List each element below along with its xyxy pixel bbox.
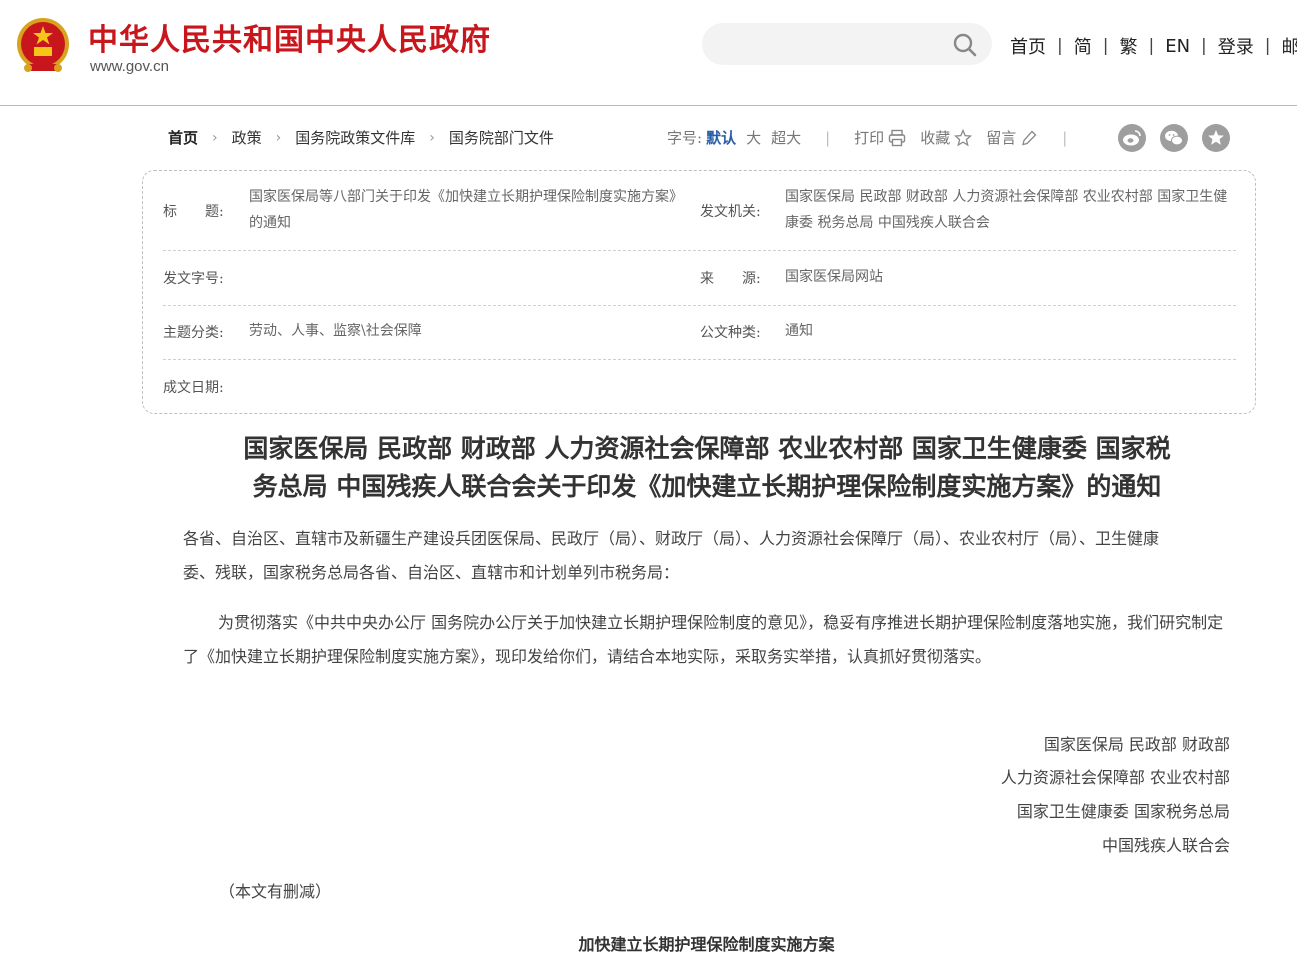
nav-traditional[interactable]: 繁 <box>1119 33 1137 59</box>
breadcrumb-policy[interactable]: 政策 <box>232 127 262 148</box>
pencil-icon[interactable] <box>1020 129 1038 147</box>
doc-number-label: 发文字号: <box>163 271 224 287</box>
weibo-share-button[interactable] <box>1118 124 1146 152</box>
favorite-share-icon <box>1208 130 1224 145</box>
addressee-paragraph: 各省、自治区、直辖市及新疆生产建设兵团医保局、民政厅（局）、财政厅（局）、人力资… <box>183 529 1160 582</box>
issuer-label: 发文机关: <box>700 204 761 220</box>
date-label: 成文日期: <box>163 380 224 396</box>
tools-separator: | <box>825 128 831 147</box>
nav-separator: | <box>1102 36 1109 56</box>
tools-separator: | <box>1062 128 1068 147</box>
topic-label: 主题分类: <box>163 325 224 341</box>
topic-value: 劳动、人事、监察\社会保障 <box>249 323 422 339</box>
wechat-share-button[interactable] <box>1160 124 1188 152</box>
signature-line: 人力资源社会保障部 农业农村部 <box>1000 768 1230 787</box>
favorite-share-button[interactable] <box>1202 124 1230 152</box>
weibo-icon <box>1123 130 1141 146</box>
signature-line: 国家卫生健康委 国家税务总局 <box>1016 802 1230 821</box>
breadcrumb-arrow: › <box>212 129 218 146</box>
breadcrumb-policy-library[interactable]: 国务院政策文件库 <box>295 127 415 148</box>
document-title: 国家医保局 民政部 财政部 人力资源社会保障部 农业农村部 国家卫生健康委 国家… <box>184 430 1230 506</box>
breadcrumb: 首页 › 政策 › 国务院政策文件库 › 国务院部门文件 <box>168 127 554 148</box>
nav-mail[interactable]: 邮箱 <box>1282 33 1297 59</box>
signature-line: 中国残疾人联合会 <box>1101 836 1230 855</box>
nav-separator: | <box>1148 36 1155 56</box>
national-emblem-icon[interactable] <box>14 16 72 76</box>
nav-separator: | <box>1264 36 1271 56</box>
signature-line: 国家医保局 民政部 财政部 <box>1043 735 1230 754</box>
site-header: 中华人民共和国中央人民政府 www.gov.cn 首页 | 简 | 繁 | EN… <box>0 0 1297 106</box>
body-paragraph: 为贯彻落实《中共中央办公厅 国务院办公厅关于加快建立长期护理保险制度的意见》，稳… <box>183 613 1224 666</box>
site-name[interactable]: 中华人民共和国中央人民政府 <box>88 15 491 59</box>
abridged-note: （本文有删减） <box>219 882 332 901</box>
nav-home[interactable]: 首页 <box>1010 33 1046 59</box>
print-icon[interactable] <box>888 129 906 147</box>
print-button[interactable]: 打印 <box>854 127 884 148</box>
nav-login[interactable]: 登录 <box>1218 33 1254 59</box>
nav-separator: | <box>1201 36 1207 56</box>
font-size-xlarge[interactable]: 超大 <box>771 127 801 148</box>
breadcrumb-department-docs[interactable]: 国务院部门文件 <box>449 127 554 148</box>
favorite-button[interactable]: 收藏 <box>920 127 950 148</box>
font-size-default[interactable]: 默认 <box>706 127 736 148</box>
search-icon[interactable] <box>952 32 978 58</box>
info-row-title: 标 题: 国家医保局等八部门关于印发《加快建立长期护理保险制度实施方案》的通知 … <box>163 171 1236 251</box>
wechat-icon <box>1165 130 1183 146</box>
search-input[interactable] <box>702 23 992 65</box>
doc-type-label: 公文种类: <box>700 325 761 341</box>
info-row-date: 成文日期: <box>163 360 1236 414</box>
breadcrumb-arrow: › <box>429 129 435 146</box>
issuer-value: 国家医保局 民政部 财政部 人力资源社会保障部 农业农村部 国家卫生健康委 税务… <box>785 189 1228 231</box>
nav-separator: | <box>1057 36 1063 56</box>
info-row-topic: 主题分类: 劳动、人事、监察\社会保障 公文种类: 通知 <box>163 306 1236 360</box>
info-row-docno: 发文字号: 来 源: 国家医保局网站 <box>163 251 1236 306</box>
breadcrumb-home[interactable]: 首页 <box>168 127 198 148</box>
source-label: 来 源: <box>700 271 761 287</box>
source-value: 国家医保局网站 <box>785 269 883 285</box>
title-value: 国家医保局等八部门关于印发《加快建立长期护理保险制度实施方案》的通知 <box>249 189 683 231</box>
document-info-box: 标 题: 国家医保局等八部门关于印发《加快建立长期护理保险制度实施方案》的通知 … <box>142 170 1256 414</box>
page-tools: 字号: 默认 大 超大 | 打印 收藏 留言 | <box>667 127 1091 148</box>
document-title-line1: 国家医保局 民政部 财政部 人力资源社会保障部 农业农村部 国家卫生健康委 国家… <box>243 434 1171 463</box>
title-label: 标 题: <box>163 204 224 220</box>
doc-type-value: 通知 <box>785 323 813 339</box>
font-size-large[interactable]: 大 <box>746 127 761 148</box>
top-nav: 首页 | 简 | 繁 | EN | 登录 | 邮箱 <box>1010 33 1297 59</box>
nav-english[interactable]: EN <box>1165 36 1190 57</box>
nav-simplified[interactable]: 简 <box>1074 33 1092 59</box>
comment-button[interactable]: 留言 <box>986 127 1016 148</box>
attachment-title: 加快建立长期护理保险制度实施方案 <box>578 935 835 954</box>
star-icon[interactable] <box>954 128 973 147</box>
document-title-line2: 务总局 中国残疾人联合会关于印发《加快建立长期护理保险制度实施方案》的通知 <box>252 472 1162 501</box>
font-size-label: 字号: <box>667 129 703 147</box>
breadcrumb-arrow: › <box>275 129 282 146</box>
site-url[interactable]: www.gov.cn <box>90 58 169 75</box>
